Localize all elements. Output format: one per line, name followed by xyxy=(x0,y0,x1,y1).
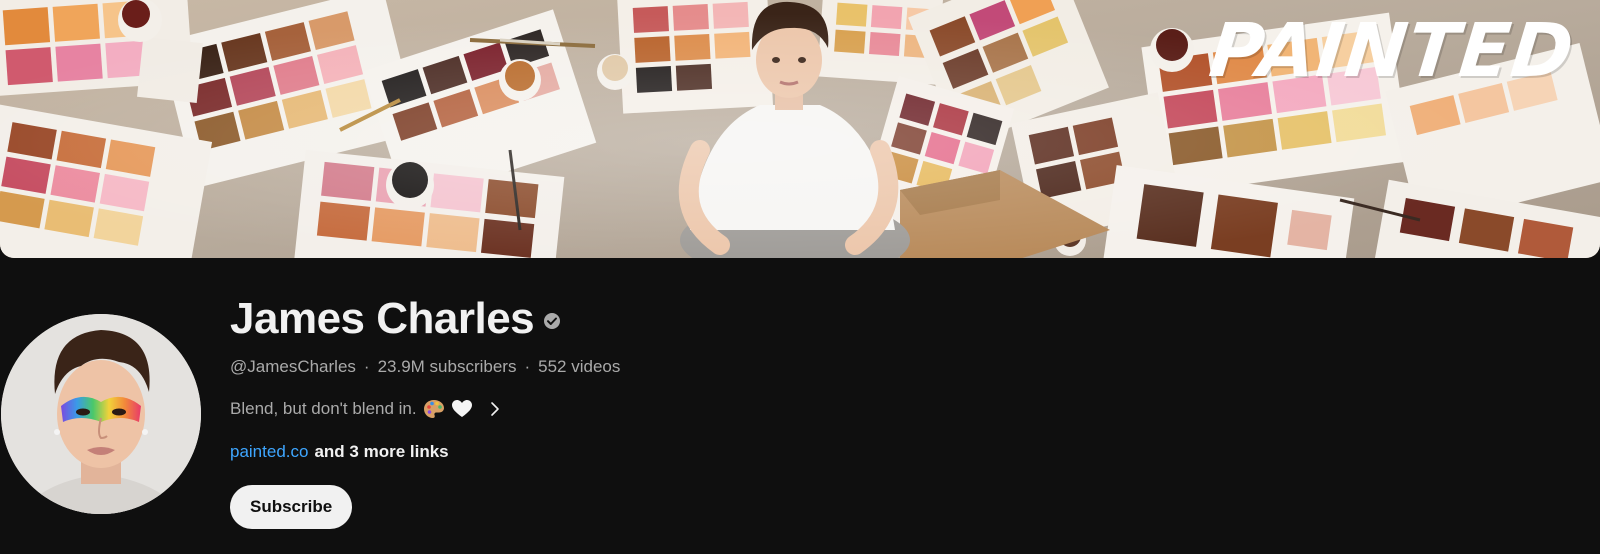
channel-banner: PAINTED xyxy=(0,0,1600,258)
primary-link[interactable]: painted.co xyxy=(230,441,308,463)
channel-avatar[interactable] xyxy=(1,314,201,514)
artist-palette-emoji xyxy=(423,398,445,420)
channel-page: PAINTED James Charles @JamesCharles · 23… xyxy=(0,0,1600,554)
channel-name: James Charles xyxy=(230,294,535,343)
chevron-right-icon[interactable] xyxy=(485,399,505,419)
channel-links: painted.co and 3 more links xyxy=(230,441,1130,463)
channel-title-row: James Charles xyxy=(230,292,1130,346)
subscribe-button[interactable]: Subscribe xyxy=(230,485,353,529)
more-links-button[interactable]: and 3 more links xyxy=(314,441,448,463)
white-heart-emoji xyxy=(451,398,473,420)
channel-description-row[interactable]: Blend, but don't blend in. xyxy=(230,397,1130,421)
channel-meta: @JamesCharles · 23.9M subscribers · 552 … xyxy=(230,356,1130,378)
verified-check-icon xyxy=(543,312,561,330)
meta-separator: · xyxy=(524,357,531,376)
channel-handle: @JamesCharles xyxy=(230,357,356,376)
video-count: 552 videos xyxy=(538,357,621,376)
subscriber-count: 23.9M subscribers xyxy=(377,357,517,376)
meta-separator: · xyxy=(363,357,370,376)
banner-brand-logo: PAINTED xyxy=(1205,8,1579,94)
avatar-image xyxy=(1,314,201,514)
channel-description: Blend, but don't blend in. xyxy=(230,399,417,418)
channel-info: James Charles @JamesCharles · 23.9M subs… xyxy=(230,292,1130,529)
